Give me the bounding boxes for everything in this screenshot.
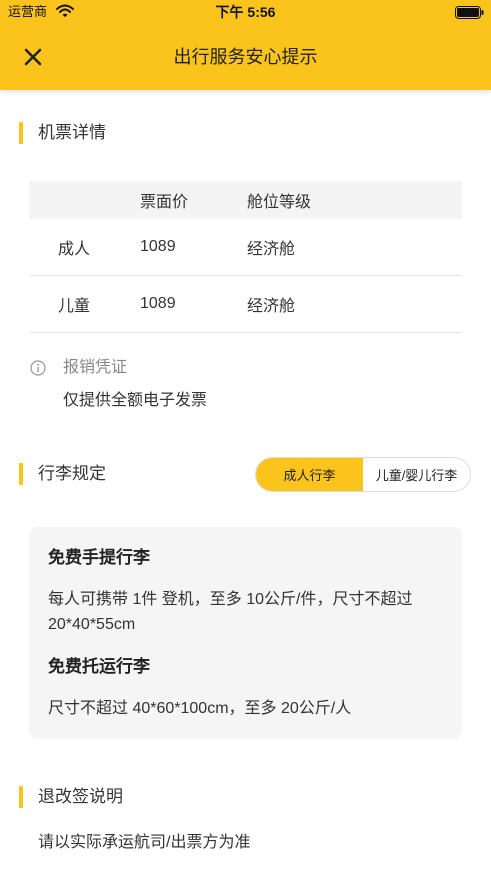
table-header-cell: 票面价: [140, 194, 189, 211]
refund-text: 请以实际承运航司/出票方为准: [38, 834, 251, 851]
reimbursement-value: 仅提供全额电子发票: [63, 392, 208, 409]
carry-on-text: 每人可携带 1件 登机，至多 10公斤/件，尺寸不超过 20*40*55cm: [48, 591, 413, 633]
passenger-type: 成人: [58, 241, 91, 258]
header: 运营商 下午 5:56 出行服务安心提示: [0, 0, 491, 90]
info-icon: [30, 360, 46, 376]
section-accent-bar: [19, 786, 23, 808]
passenger-type: 儿童: [58, 298, 91, 315]
reimbursement-label: 报销凭证: [63, 359, 128, 376]
baggage-type-toggle: 成人行李 儿童/婴儿行李: [255, 457, 471, 492]
table-row: 儿童 1089 经济舱: [29, 276, 462, 333]
carry-on-title: 免费手提行李: [48, 548, 150, 567]
section-accent-bar: [19, 463, 23, 485]
tab-child-infant-baggage[interactable]: 儿童/婴儿行李: [363, 458, 470, 491]
tab-adult-baggage[interactable]: 成人行李: [256, 458, 363, 491]
refund-section-title: 退改签说明: [38, 787, 123, 806]
ticket-price: 1089: [140, 295, 176, 312]
status-time: 下午 5:56: [215, 4, 276, 20]
cabin-class: 经济舱: [247, 241, 296, 258]
ticket-table: 票面价 舱位等级 成人 1089 经济舱 儿童 1089 经济舱: [29, 181, 462, 333]
checked-baggage-title: 免费托运行李: [48, 657, 150, 676]
section-accent-bar: [19, 122, 23, 144]
table-header-cell: 舱位等级: [247, 194, 312, 211]
table-header-row: 票面价 舱位等级: [29, 181, 462, 219]
baggage-card: 免费手提行李 每人可携带 1件 登机，至多 10公斤/件，尺寸不超过 20*40…: [29, 527, 462, 739]
ticket-section-title: 机票详情: [38, 123, 106, 142]
baggage-section-title: 行李规定: [38, 464, 106, 483]
page-title: 出行服务安心提示: [173, 47, 318, 67]
table-row: 成人 1089 经济舱: [29, 219, 462, 276]
battery-icon: [455, 6, 484, 19]
checked-baggage-text: 尺寸不超过 40*60*100cm，至多 20公斤/人: [48, 700, 352, 717]
ticket-price: 1089: [140, 238, 176, 255]
cabin-class: 经济舱: [247, 298, 296, 315]
